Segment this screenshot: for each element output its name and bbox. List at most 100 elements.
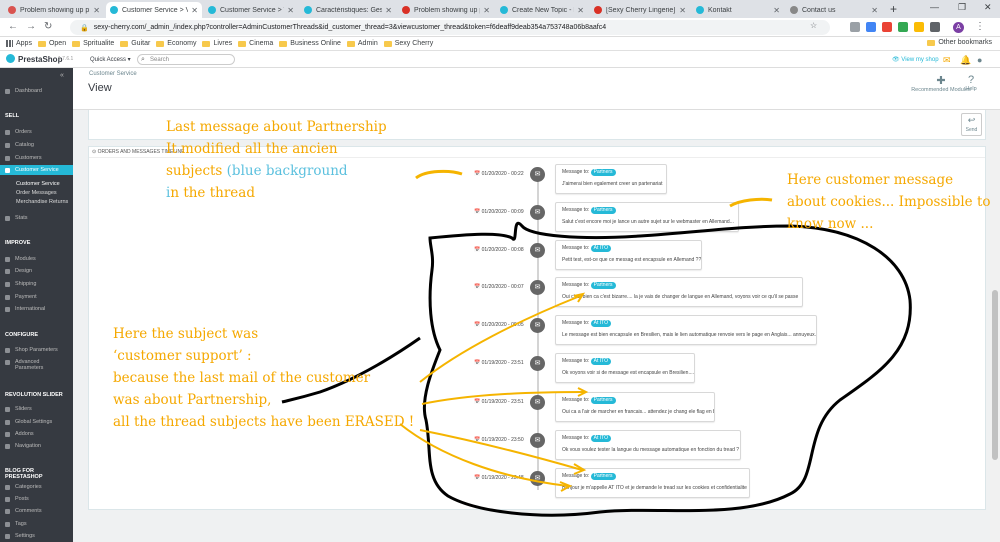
sidebar-item-tags[interactable]: Tags	[0, 519, 73, 529]
sidebar-item-shop-parameters[interactable]: Shop Parameters	[0, 345, 73, 355]
browser-tab-7[interactable]: [Sexy Cherry Lingerie] ✕	[590, 2, 690, 18]
browser-tab-6[interactable]: Create New Topic - Pr ✕	[496, 2, 588, 18]
contact-badge: At ITO	[590, 245, 611, 252]
message-body: Ok vous voulez tester la langue du messa…	[562, 447, 740, 453]
sidebar-item-customers[interactable]: Customers	[0, 153, 73, 163]
customers-icon	[5, 155, 10, 161]
browser-tab-4[interactable]: Caractéristiques: Gest ✕	[300, 2, 396, 18]
view-my-shop-link[interactable]: 👁 View my shop	[892, 56, 939, 63]
url-text: sexy-cherry.com/_admin_/index.php?contro…	[93, 24, 607, 31]
annotation-note-erased: Here the subject was ‘customer support’ …	[113, 326, 415, 430]
profile-avatar[interactable]: A	[953, 22, 964, 33]
timeline-entry: 📅 01/19/2020 - 23:48 ✉ Message to: Partn…	[0, 468, 1000, 498]
tab-close-icon[interactable]: ✕	[483, 6, 490, 15]
contact-badge: Partners	[590, 169, 616, 176]
timeline-date: 📅 01/19/2020 - 23:50	[474, 437, 524, 443]
browser-tab-5[interactable]: Problem showing up p ✕	[398, 2, 494, 18]
extension-icon[interactable]	[930, 22, 940, 32]
tab-close-icon[interactable]: ✕	[577, 6, 584, 15]
tab-favicon-icon	[8, 6, 16, 14]
bookmark-folder[interactable]: Economy	[156, 40, 196, 47]
collapse-sidebar-icon[interactable]: «	[60, 72, 64, 79]
message-body: Ok voyons voir si de message est encapsu…	[562, 370, 695, 376]
sidebar-item-comments[interactable]: Comments	[0, 506, 73, 516]
bookmarks-bar: Apps Open Spritualite Guitar Economy Liv…	[0, 37, 1000, 51]
contact-badge: At ITO	[590, 320, 611, 327]
maximize-icon[interactable]: ❐	[958, 2, 966, 13]
timeline-message: Message to: Partners Bonjour je m'appell…	[555, 468, 750, 498]
url-input[interactable]: 🔒 sexy-cherry.com/_admin_/index.php?cont…	[70, 20, 830, 35]
sidebar-item-international[interactable]: International	[0, 304, 73, 314]
settings-icon	[5, 533, 10, 539]
extension-icon[interactable]	[898, 22, 908, 32]
sidebar-item-catalog[interactable]: Catalog	[0, 140, 73, 150]
folder-icon	[238, 40, 247, 47]
contact-badge: Partners	[590, 397, 616, 404]
message-body: Salut c'est encore moi je lance un autre…	[562, 219, 734, 225]
envelope-icon: ✉	[530, 205, 545, 220]
tab-close-icon[interactable]: ✕	[773, 6, 780, 15]
sidebar-item-dashboard[interactable]: Dashboard	[0, 86, 73, 96]
tab-close-icon[interactable]: ✕	[93, 6, 100, 15]
extension-icon[interactable]	[850, 22, 860, 32]
tab-close-icon[interactable]: ✕	[385, 6, 392, 15]
bookmark-folder[interactable]: Sexy Cherry	[383, 40, 433, 47]
bookmark-folder[interactable]: Business Online	[279, 40, 341, 47]
settings-icon	[5, 347, 10, 353]
sidebar-item-orders[interactable]: Orders	[0, 127, 73, 137]
minimize-icon[interactable]: —	[930, 2, 939, 12]
close-window-icon[interactable]: ✕	[984, 2, 992, 13]
browser-tab-2-active[interactable]: Customer Service > Vi ✕	[106, 2, 202, 18]
send-button[interactable]: ↩ Send	[961, 113, 982, 136]
bookmark-folder[interactable]: Admin	[346, 40, 378, 47]
timeline-message: Message to: At ITO Petit test, est-ce qu…	[555, 240, 702, 270]
breadcrumb[interactable]: Customer Service	[89, 71, 137, 77]
menu-dots-icon[interactable]: ⋮	[975, 21, 985, 32]
bookmark-folder[interactable]: Spritualite	[72, 40, 114, 47]
timeline-message: Message to: Partners Salut c'est encore …	[555, 202, 739, 232]
bookmark-star-icon[interactable]: ☆	[810, 21, 817, 30]
bookmark-apps[interactable]: Apps	[6, 40, 32, 47]
back-icon[interactable]: ←	[8, 21, 18, 32]
sidebar-item-design[interactable]: Design	[0, 266, 73, 276]
cart-notification-icon[interactable]: ✉	[943, 55, 951, 66]
sidebar-item-settings[interactable]: Settings	[0, 531, 73, 541]
employee-avatar-icon[interactable]: ●	[977, 55, 982, 65]
contact-badge: At ITO	[590, 435, 611, 442]
quick-access-dropdown[interactable]: Quick Access ▾	[90, 56, 131, 63]
address-bar-row: ← → ↻ 🔒 sexy-cherry.com/_admin_/index.ph…	[0, 18, 1000, 37]
reload-icon[interactable]: ↻	[44, 21, 52, 32]
prestashop-logo[interactable]: PrestaShop	[6, 54, 62, 64]
folder-icon	[279, 40, 288, 47]
forward-icon[interactable]: →	[26, 21, 36, 32]
browser-tab-3[interactable]: Customer Service > Vi ✕	[204, 2, 298, 18]
tab-close-icon[interactable]: ✕	[191, 6, 198, 15]
browser-tab-8[interactable]: Kontakt ✕	[692, 2, 784, 18]
admin-search-input[interactable]: ⌕ Search	[137, 54, 235, 65]
tab-close-icon[interactable]: ✕	[871, 6, 878, 15]
browser-tab-1[interactable]: Problem showing up p ✕	[4, 2, 104, 18]
extension-icon[interactable]	[914, 22, 924, 32]
bookmark-folder[interactable]: Open	[37, 40, 66, 47]
tab-close-icon[interactable]: ✕	[287, 6, 294, 15]
extension-icon[interactable]	[882, 22, 892, 32]
new-tab-button[interactable]: +	[890, 2, 897, 16]
bookmark-folder[interactable]: Cinema	[238, 40, 273, 47]
dashboard-icon	[5, 88, 10, 94]
message-body: J'aimerai bien egalement creer un parten…	[562, 181, 663, 187]
browser-tab-9[interactable]: Contact us ✕	[786, 2, 882, 18]
sidebar-item-posts[interactable]: Posts	[0, 494, 73, 504]
extension-icon[interactable]	[866, 22, 876, 32]
envelope-icon: ✉	[530, 433, 545, 448]
timeline-date: 📅 01/19/2020 - 23:48	[474, 475, 524, 481]
tab-title: Create New Topic - Pr	[512, 6, 575, 14]
page-header: Customer Service View ✚ Recommended Modu…	[73, 68, 1000, 110]
other-bookmarks[interactable]: Other bookmarks	[927, 39, 992, 46]
tab-favicon-icon	[696, 6, 704, 14]
help-button[interactable]: ? Help	[951, 74, 991, 92]
bookmark-folder[interactable]: Livres	[202, 40, 232, 47]
tab-close-icon[interactable]: ✕	[679, 6, 686, 15]
notifications-icon[interactable]: 🔔	[960, 55, 971, 66]
tab-favicon-icon	[500, 6, 508, 14]
bookmark-folder[interactable]: Guitar	[120, 40, 150, 47]
